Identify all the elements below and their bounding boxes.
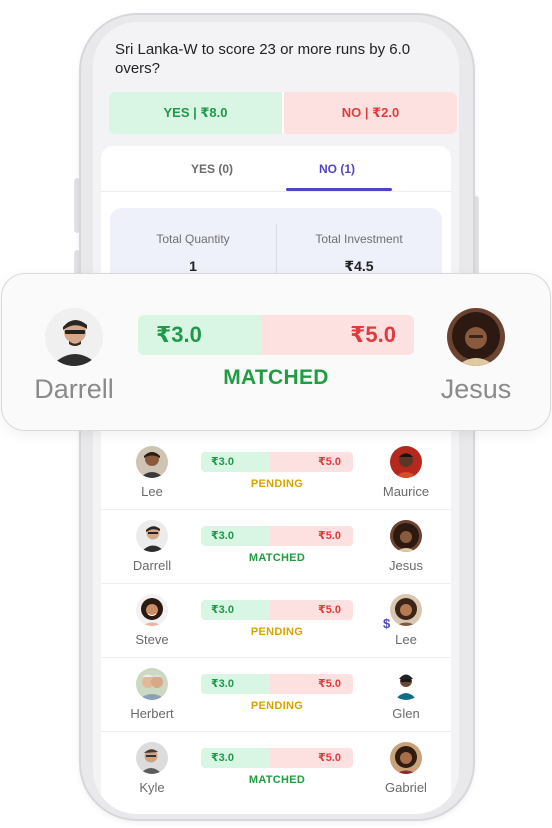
no-price: ₹5.0 xyxy=(270,674,353,694)
row-right-user: Maurice xyxy=(371,446,441,499)
question-card: Sri Lanka-W to score 23 or more runs by … xyxy=(101,28,457,134)
row-right-user: Gabriel xyxy=(371,742,441,795)
match-row[interactable]: Kyle ₹3.0 ₹5.0 MATCHED Gabriel xyxy=(101,732,451,806)
avatar xyxy=(45,308,103,366)
avatar xyxy=(447,308,505,366)
avatar xyxy=(390,594,422,626)
user-name: Lee xyxy=(395,632,417,647)
user-name: Maurice xyxy=(382,484,430,499)
avatar xyxy=(136,446,168,478)
avatar xyxy=(390,446,422,478)
user-name: Steve xyxy=(135,632,169,647)
answer-buttons: YES | ₹8.0 NO | ₹2.0 xyxy=(109,92,457,134)
row-left-user: Steve xyxy=(117,594,187,647)
match-left-user: Darrell xyxy=(4,308,144,405)
match-status: MATCHED xyxy=(223,366,329,389)
row-right-user: Lee xyxy=(371,594,441,647)
yes-price: ₹3.0 xyxy=(201,600,270,620)
row-left-user: Lee xyxy=(117,446,187,499)
user-name: Lee xyxy=(141,484,163,499)
total-quantity-label: Total Quantity xyxy=(156,232,230,246)
price-bar: ₹3.0 ₹5.0 xyxy=(201,600,353,620)
total-quantity-value: 1 xyxy=(189,258,197,274)
status-badge: MATCHED xyxy=(248,774,306,786)
tab-no[interactable]: NO (1) xyxy=(282,162,392,176)
yes-price: ₹3.0 xyxy=(201,452,270,472)
match-row[interactable]: Lee ₹3.0 ₹5.0 PENDING Maurice xyxy=(101,436,451,510)
matched-card: Darrell ₹3.0 ₹5.0 MATCHED Jesus xyxy=(1,273,551,431)
no-button[interactable]: NO | ₹2.0 xyxy=(284,92,457,134)
no-price: ₹5.0 xyxy=(270,526,353,546)
avatar xyxy=(390,520,422,552)
row-left-user: Herbert xyxy=(117,668,187,721)
total-investment: Total Investment ₹4.5 xyxy=(276,232,442,275)
no-price: ₹5.0 xyxy=(270,600,353,620)
order-tabs: YES (0) NO (1) xyxy=(101,146,451,192)
price-bar: ₹3.0 ₹5.0 xyxy=(201,452,353,472)
match-no-price: ₹5.0 xyxy=(262,315,414,355)
avatar xyxy=(136,520,168,552)
active-tab-indicator xyxy=(286,188,392,191)
yes-price: ₹3.0 xyxy=(201,748,270,768)
yes-price: ₹3.0 xyxy=(201,674,270,694)
avatar xyxy=(136,668,168,700)
user-name: Glen xyxy=(392,706,420,721)
user-name: Gabriel xyxy=(385,780,427,795)
total-quantity: Total Quantity 1 xyxy=(110,232,276,274)
price-bar: ₹3.0 ₹5.0 xyxy=(201,526,353,546)
price-bar: ₹3.0 ₹5.0 xyxy=(201,674,353,694)
user-name: Herbert xyxy=(130,706,174,721)
row-left-user: Darrell xyxy=(117,520,187,573)
match-row[interactable]: Steve ₹3.0 ₹5.0 PENDING $ Lee xyxy=(101,584,451,658)
avatar xyxy=(390,742,422,774)
status-badge: PENDING xyxy=(250,626,304,638)
row-right-user: Jesus xyxy=(371,520,441,573)
avatar xyxy=(390,668,422,700)
user-name: Darrell xyxy=(132,558,172,573)
tab-yes[interactable]: YES (0) xyxy=(157,162,267,176)
match-left-name: Darrell xyxy=(34,374,114,404)
match-price-bar: ₹3.0 ₹5.0 xyxy=(138,315,414,355)
no-price: ₹5.0 xyxy=(270,452,353,472)
match-row[interactable]: Darrell ₹3.0 ₹5.0 MATCHED Jesus xyxy=(101,510,451,584)
user-name: Kyle xyxy=(139,780,165,795)
row-right-user: Glen xyxy=(371,668,441,721)
question-text: Sri Lanka-W to score 23 or more runs by … xyxy=(115,41,411,77)
match-row[interactable]: Herbert ₹3.0 ₹5.0 PENDING Glen xyxy=(101,658,451,732)
match-right-name: Jesus xyxy=(440,374,512,404)
yes-button[interactable]: YES | ₹8.0 xyxy=(109,92,284,134)
total-investment-label: Total Investment xyxy=(315,232,403,246)
match-yes-price: ₹3.0 xyxy=(138,315,262,355)
status-badge: MATCHED xyxy=(248,552,306,564)
avatar xyxy=(136,594,168,626)
status-badge: PENDING xyxy=(250,478,304,490)
price-bar: ₹3.0 ₹5.0 xyxy=(201,748,353,768)
status-badge: PENDING xyxy=(250,700,304,712)
avatar xyxy=(136,742,168,774)
match-right-user: Jesus xyxy=(406,308,546,405)
yes-price: ₹3.0 xyxy=(201,526,270,546)
row-left-user: Kyle xyxy=(117,742,187,795)
user-name: Jesus xyxy=(389,558,423,573)
orders-panel: YES (0) NO (1) Total Quantity 1 Total In… xyxy=(101,146,451,814)
no-price: ₹5.0 xyxy=(270,748,353,768)
